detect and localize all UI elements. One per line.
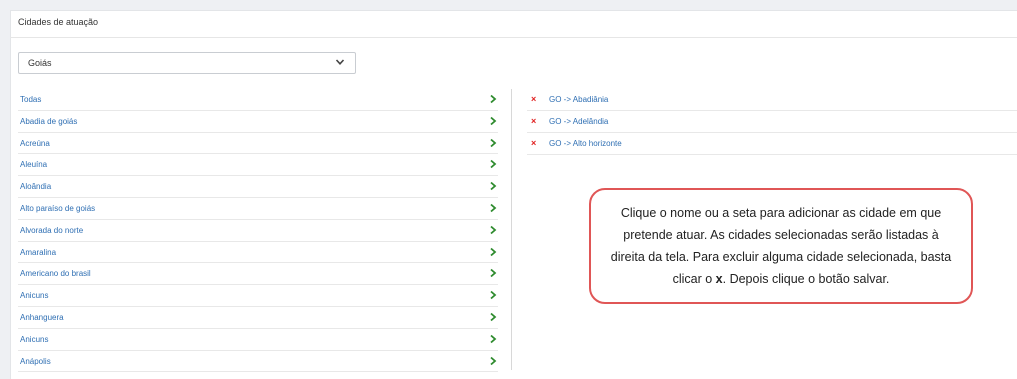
available-city-item[interactable]: Anhanguera bbox=[18, 307, 498, 329]
city-name-link[interactable]: Amaralina bbox=[20, 248, 56, 257]
chevron-right-icon[interactable] bbox=[489, 312, 497, 322]
available-city-item[interactable]: Anicuns bbox=[18, 285, 498, 307]
available-cities-list: Todas Abadia de goiás Acreúna Aleuína Aloând… bbox=[18, 89, 498, 373]
city-name-link[interactable]: Alto paraíso de goiás bbox=[20, 204, 95, 213]
city-name-link[interactable]: Anicuns bbox=[20, 335, 48, 344]
available-city-item[interactable]: Abadia de goiás bbox=[18, 111, 498, 133]
section-title: Cidades de atuação bbox=[18, 17, 99, 27]
chevron-right-icon[interactable] bbox=[489, 138, 497, 148]
state-select[interactable]: Goiás bbox=[18, 52, 356, 74]
available-city-item[interactable]: Amaralina bbox=[18, 242, 498, 264]
available-city-item[interactable]: Alvorada do norte bbox=[18, 220, 498, 242]
available-city-item[interactable]: Aleuína bbox=[18, 154, 498, 177]
chevron-right-icon[interactable] bbox=[489, 116, 497, 126]
selected-city-item: × GO -> Adelândia bbox=[527, 111, 1017, 133]
available-city-item[interactable]: Alto paraíso de goiás bbox=[18, 198, 498, 220]
chevron-right-icon[interactable] bbox=[489, 203, 497, 213]
selected-cities-list: × GO -> Abadiânia × GO -> Adelândia × GO -> A… bbox=[527, 89, 1017, 155]
remove-city-icon[interactable]: × bbox=[531, 138, 536, 148]
chevron-right-icon[interactable] bbox=[489, 356, 497, 366]
city-name-link[interactable]: Anhanguera bbox=[20, 313, 64, 322]
chevron-right-icon[interactable] bbox=[489, 94, 497, 104]
remove-city-icon[interactable]: × bbox=[531, 94, 536, 104]
city-name-link[interactable]: Aleuína bbox=[20, 160, 47, 169]
available-city-item[interactable]: Americano do brasil bbox=[18, 263, 498, 286]
close-icon: x bbox=[715, 272, 723, 286]
available-city-item[interactable]: Todas bbox=[18, 89, 498, 111]
chevron-right-icon[interactable] bbox=[489, 181, 497, 191]
list-divider bbox=[511, 89, 512, 370]
city-name-link[interactable]: Abadia de goiás bbox=[20, 117, 77, 126]
selected-city-item: × GO -> Abadiânia bbox=[527, 89, 1017, 111]
city-name-link[interactable]: Americano do brasil bbox=[20, 269, 91, 278]
chevron-right-icon[interactable] bbox=[489, 334, 497, 344]
selected-city-name: GO -> Adelândia bbox=[549, 117, 609, 126]
selected-city-item: × GO -> Alto horizonte bbox=[527, 133, 1017, 155]
city-name-link[interactable]: Anápolis bbox=[20, 357, 51, 366]
remove-city-icon[interactable]: × bbox=[531, 116, 536, 126]
help-callout: Clique o nome ou a seta para adicionar a… bbox=[589, 188, 973, 304]
city-name-link[interactable]: Todas bbox=[20, 95, 41, 104]
chevron-right-icon[interactable] bbox=[489, 268, 497, 278]
city-name-link[interactable]: Acreúna bbox=[20, 139, 50, 148]
help-text-part-2: . Depois clique o botão salvar. bbox=[722, 272, 890, 286]
available-city-item[interactable]: Anápolis bbox=[18, 351, 498, 373]
selected-city-name: GO -> Abadiânia bbox=[549, 95, 609, 104]
city-name-link[interactable]: Aloândia bbox=[20, 182, 51, 191]
city-name-link[interactable]: Anicuns bbox=[20, 291, 48, 300]
city-name-link[interactable]: Alvorada do norte bbox=[20, 226, 83, 235]
chevron-right-icon[interactable] bbox=[489, 247, 497, 257]
available-city-item[interactable]: Acreúna bbox=[18, 133, 498, 155]
help-text: Clique o nome ou a seta para adicionar a… bbox=[606, 202, 956, 290]
available-city-item[interactable]: Anicuns bbox=[18, 329, 498, 351]
chevron-right-icon[interactable] bbox=[489, 159, 497, 169]
chevron-right-icon[interactable] bbox=[489, 225, 497, 235]
chevron-right-icon[interactable] bbox=[489, 290, 497, 300]
available-city-item[interactable]: Aloândia bbox=[18, 176, 498, 198]
selected-city-name: GO -> Alto horizonte bbox=[549, 139, 622, 148]
chevron-down-icon bbox=[335, 59, 345, 65]
state-select-value: Goiás bbox=[28, 58, 52, 68]
title-divider bbox=[10, 37, 1017, 38]
